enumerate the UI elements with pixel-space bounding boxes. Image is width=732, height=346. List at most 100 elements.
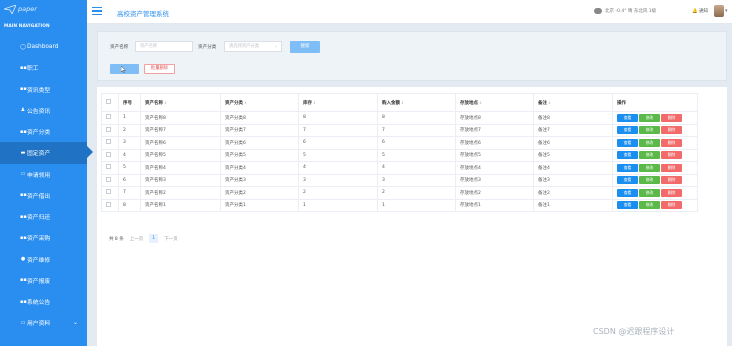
- watermark: CSDN @迟跟程序设计: [593, 327, 675, 336]
- view-button[interactable]: 查看: [617, 176, 638, 185]
- row-checkbox[interactable]: [106, 189, 111, 195]
- current-page[interactable]: 1: [149, 234, 159, 243]
- search-button[interactable]: 搜索: [290, 41, 320, 53]
- header-category[interactable]: 资产分类⇕: [220, 93, 299, 112]
- sidebar-item-label: 系统公告: [27, 300, 51, 307]
- edit-button[interactable]: 修改: [639, 138, 660, 147]
- sidebar-item-2[interactable]: ▪▪ 资讯类型: [0, 79, 87, 100]
- prev-page-button[interactable]: 上一页: [130, 236, 144, 242]
- view-button[interactable]: 查看: [617, 151, 638, 160]
- notice-label: 通知: [699, 9, 709, 14]
- sidebar-item-5[interactable]: ▬ 固定资产: [0, 142, 93, 164]
- cell-actions: 查看 修改 删除: [612, 173, 698, 187]
- edit-button[interactable]: 修改: [639, 113, 660, 122]
- menu-icon: ▭: [20, 319, 26, 326]
- select-all-checkbox-cell[interactable]: [101, 93, 119, 112]
- sidebar-item-0[interactable]: ◯ Dashboard: [0, 36, 87, 57]
- cell-stock: 5: [298, 148, 378, 162]
- view-button[interactable]: 查看: [617, 138, 638, 147]
- cell-category: 资产分类8: [220, 111, 299, 125]
- delete-button[interactable]: 删除: [661, 188, 682, 197]
- asset-category-select[interactable]: 请选择资产分类 ⌄: [224, 41, 282, 52]
- asset-name-input[interactable]: 资产名称: [135, 41, 193, 52]
- edit-button[interactable]: 修改: [639, 151, 660, 160]
- sidebar-item-1[interactable]: ▪▪ 职工: [0, 57, 87, 78]
- sort-icon: ⇕: [313, 100, 316, 105]
- row-checkbox-cell[interactable]: [101, 198, 119, 212]
- header-name[interactable]: 资产名称⇕: [140, 93, 221, 112]
- sidebar-item-4[interactable]: ▪▪ 资产分类: [0, 121, 87, 142]
- view-button[interactable]: 查看: [617, 201, 638, 210]
- sidebar-item-8[interactable]: ▪▪ 资产归还: [0, 206, 87, 227]
- row-checkbox[interactable]: [106, 151, 111, 157]
- sidebar-item-7[interactable]: ▪▪ 资产借出: [0, 185, 87, 206]
- sort-icon: ⇕: [479, 100, 482, 105]
- header-location[interactable]: 存放地点⇕: [455, 93, 534, 112]
- sidebar-item-label: 资产维修: [27, 257, 51, 264]
- edit-button[interactable]: 修改: [639, 188, 660, 197]
- cell-remark: 备注5: [533, 148, 613, 162]
- sidebar-item-6[interactable]: ▭ 申请领用: [0, 164, 87, 185]
- header-stock[interactable]: 库存⇕: [298, 93, 378, 112]
- sidebar-item-12[interactable]: ▪▪ 系统公告: [0, 291, 87, 312]
- cell-amount: 7: [377, 123, 456, 137]
- delete-button[interactable]: 删除: [661, 163, 682, 172]
- edit-button[interactable]: 修改: [639, 126, 660, 135]
- menu-icon: ▬: [20, 149, 26, 156]
- row-checkbox[interactable]: [106, 201, 111, 207]
- sidebar-item-label: 公告资讯: [27, 108, 51, 115]
- row-checkbox-cell[interactable]: [101, 123, 119, 137]
- cell-actions: 查看 修改 删除: [612, 186, 698, 200]
- sidebar-item-10[interactable]: ● 资产维修: [0, 249, 87, 270]
- row-checkbox[interactable]: [106, 164, 111, 170]
- cell-location: 存放地点7: [455, 123, 534, 137]
- delete-button[interactable]: 删除: [661, 176, 682, 185]
- search-panel: 资产名称 资产名称 资产分类 请选择资产分类 ⌄ 搜索 批量删除: [97, 31, 727, 81]
- next-page-button[interactable]: 下一页: [164, 236, 178, 242]
- sidebar-item-label: 申请领用: [27, 172, 51, 179]
- edit-button[interactable]: 修改: [639, 176, 660, 185]
- view-button[interactable]: 查看: [617, 126, 638, 135]
- header-amount[interactable]: 购入金额⇕: [377, 93, 456, 112]
- row-checkbox-cell[interactable]: [101, 186, 119, 200]
- row-checkbox-cell[interactable]: [101, 111, 119, 125]
- sidebar-item-9[interactable]: ▪▪ 资产采购: [0, 227, 87, 248]
- cell-actions: 查看 修改 删除: [612, 111, 698, 125]
- row-checkbox[interactable]: [106, 126, 111, 132]
- view-button[interactable]: 查看: [617, 163, 638, 172]
- cell-actions: 查看 修改 删除: [612, 148, 698, 162]
- sidebar-item-label: 资产采购: [27, 236, 51, 243]
- edit-button[interactable]: 修改: [639, 163, 660, 172]
- sidebar-item-3[interactable]: ♟ 公告资讯: [0, 100, 87, 121]
- delete-button[interactable]: 删除: [661, 113, 682, 122]
- cell-no: 2: [118, 123, 141, 137]
- row-checkbox-cell[interactable]: [101, 136, 119, 150]
- view-button[interactable]: 查看: [617, 188, 638, 197]
- delete-button[interactable]: 删除: [661, 201, 682, 210]
- sidebar-item-11[interactable]: ▪▪ 资产报废: [0, 270, 87, 291]
- view-button[interactable]: 查看: [617, 113, 638, 122]
- delete-button[interactable]: 删除: [661, 138, 682, 147]
- batch-delete-button[interactable]: 批量删除: [144, 64, 175, 74]
- avatar[interactable]: [714, 5, 724, 17]
- row-checkbox-cell[interactable]: [101, 148, 119, 162]
- select-all-checkbox[interactable]: [106, 99, 111, 104]
- cell-category: 资产分类3: [220, 173, 299, 187]
- delete-button[interactable]: 删除: [661, 151, 682, 160]
- row-checkbox[interactable]: [106, 139, 111, 145]
- edit-button[interactable]: 修改: [639, 201, 660, 210]
- notice-link[interactable]: 🔔 通知: [692, 8, 708, 14]
- row-checkbox[interactable]: [106, 176, 111, 182]
- delete-button[interactable]: 删除: [661, 126, 682, 135]
- header-remark[interactable]: 备注⇕: [533, 93, 613, 112]
- asset-name-label: 资产名称: [110, 45, 129, 50]
- row-checkbox-cell[interactable]: [101, 161, 119, 175]
- row-checkbox[interactable]: [106, 114, 111, 120]
- chevron-down-icon[interactable]: ▾: [725, 8, 728, 14]
- cell-amount: 8: [377, 111, 456, 125]
- top-bar: 高校资产管理系统 北京 -0.4° 晴 东北风 1级 🔔 通知 ▾: [87, 0, 732, 24]
- row-checkbox-cell[interactable]: [101, 173, 119, 187]
- asset-category-label: 资产分类: [198, 45, 217, 50]
- menu-toggle-icon[interactable]: [92, 7, 102, 15]
- sidebar-item-13[interactable]: ▭ 用户资料 ⌄: [0, 312, 87, 333]
